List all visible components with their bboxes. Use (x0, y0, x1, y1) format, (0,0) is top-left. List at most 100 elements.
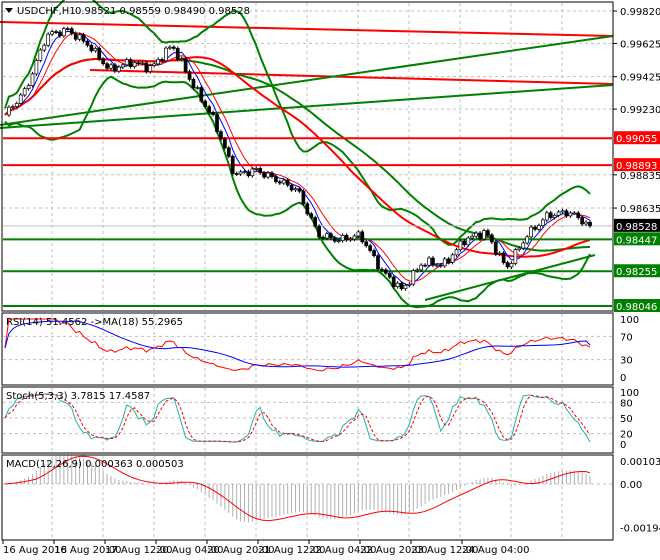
stoch-tick-label: 80 (620, 398, 633, 409)
candle-body (376, 255, 380, 270)
candle-body (246, 171, 251, 177)
candle-body (207, 106, 212, 113)
rsi-label: RSI(14) 51.4562 ->MA(18) 55.2965 (6, 317, 183, 328)
candle-body (442, 258, 447, 267)
candle-body (383, 269, 388, 274)
candle-body (380, 268, 384, 271)
candle-body (230, 155, 235, 174)
candle-body (356, 231, 361, 237)
ma-slow-red (4, 56, 591, 258)
candle-body (552, 214, 557, 218)
candle-body (234, 173, 239, 175)
candle-body (183, 58, 188, 72)
candle-body (7, 106, 11, 116)
candle-body (301, 190, 306, 205)
candle-body (435, 264, 439, 267)
price-level-label: 0.98046 (616, 302, 657, 313)
candle-body (281, 179, 286, 184)
candle-body (105, 63, 109, 69)
candle-body (195, 87, 200, 89)
candle-body (395, 282, 400, 288)
candle-body (297, 188, 302, 192)
candle-body (136, 62, 141, 64)
candle-body (191, 79, 196, 89)
rsi-tick-label: 100 (620, 315, 639, 326)
chart-canvas[interactable]: 0.99820 0.99625 0.99425 0.99230 0.98835 0.986… (0, 0, 660, 560)
candle-body (73, 32, 78, 40)
candle-body (556, 211, 561, 216)
candle-body (238, 171, 243, 175)
candle-body (113, 64, 117, 72)
candle-body (132, 62, 137, 67)
candle-body (262, 172, 266, 178)
candle-body (277, 181, 282, 184)
candle-body (513, 249, 518, 264)
candle-body (30, 73, 35, 86)
candle-body (89, 44, 94, 52)
candle-body (18, 94, 23, 104)
candle-body (340, 235, 345, 242)
candle-body (560, 210, 565, 213)
candle-body (65, 28, 70, 30)
candle-body (493, 241, 498, 255)
price-tick-label: 0.99425 (620, 73, 660, 84)
candle-body (521, 242, 526, 249)
candle-body (160, 59, 164, 62)
candle-body (199, 87, 204, 102)
candle-body (285, 179, 290, 186)
candle-body (415, 269, 420, 272)
candle-body (368, 245, 372, 251)
candle-body (38, 49, 43, 61)
candle-body (42, 44, 47, 51)
candle-body (242, 171, 247, 173)
candle-body (470, 235, 475, 239)
candle-body (50, 31, 54, 35)
candle-body (117, 66, 121, 72)
candle-body (97, 48, 102, 60)
candle-body (588, 221, 592, 227)
candle-body (211, 112, 215, 115)
candle-body (309, 213, 314, 218)
candle-body (258, 168, 263, 174)
candle-body (140, 62, 145, 65)
candle-body (219, 131, 223, 140)
candle-body (11, 106, 15, 108)
macd-tick-label: -0.001945 (620, 523, 660, 534)
candle-body (120, 64, 125, 68)
candle-body (171, 46, 176, 49)
price-tick-label: 0.98835 (620, 171, 660, 182)
candle-body (77, 34, 82, 40)
candle-body (458, 240, 463, 251)
candle-body (325, 233, 329, 239)
candle-body (128, 59, 133, 67)
stoch-tick-label: 50 (620, 414, 633, 425)
trading-chart[interactable]: 0.99820 0.99625 0.99425 0.99230 0.98835 0.986… (0, 0, 660, 560)
candle-body (419, 264, 424, 271)
candle-body (407, 283, 412, 286)
candle-body (474, 232, 478, 237)
macd-tick-label: 0.001033 (620, 457, 660, 468)
candle-body (93, 48, 98, 52)
candle-body (148, 65, 153, 72)
time-tick-label: 24 Aug 04:00 (462, 545, 529, 556)
candle-body (81, 34, 86, 42)
candle-body (431, 257, 435, 266)
stoch-label: Stoch(5,3,3) 3.7815 17.4587 (6, 391, 150, 402)
candle-body (576, 212, 581, 219)
candle-body (179, 58, 184, 60)
candle-body (270, 172, 274, 177)
candle-body (203, 100, 208, 107)
candle-body (124, 59, 129, 66)
candle-body (14, 103, 19, 107)
price-level-label: 0.98893 (616, 161, 657, 172)
candle-body (489, 234, 494, 243)
candle-body (525, 236, 530, 244)
candle-body (332, 237, 337, 242)
price-level-label: 0.99055 (616, 134, 657, 145)
candle-body (156, 59, 160, 65)
candle-body (85, 40, 90, 46)
candle-body (482, 230, 486, 240)
candle-body (152, 63, 157, 66)
candle-body (517, 247, 522, 251)
price-tick-label: 0.98635 (620, 204, 660, 215)
